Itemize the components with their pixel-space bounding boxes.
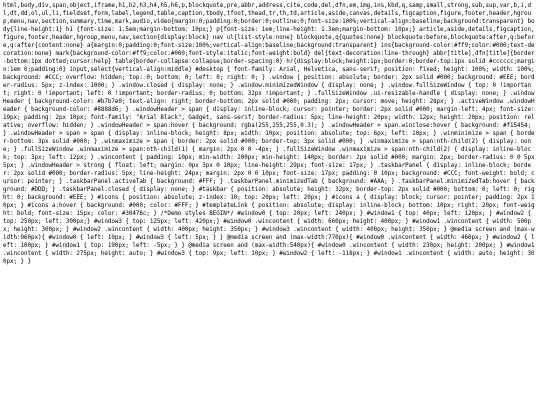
unstyled-css-source-text: html,body,div,span,object,iframe,h1,h2,h… bbox=[3, 3, 538, 265]
page-canvas: html,body,div,span,object,iframe,h1,h2,h… bbox=[0, 0, 540, 405]
